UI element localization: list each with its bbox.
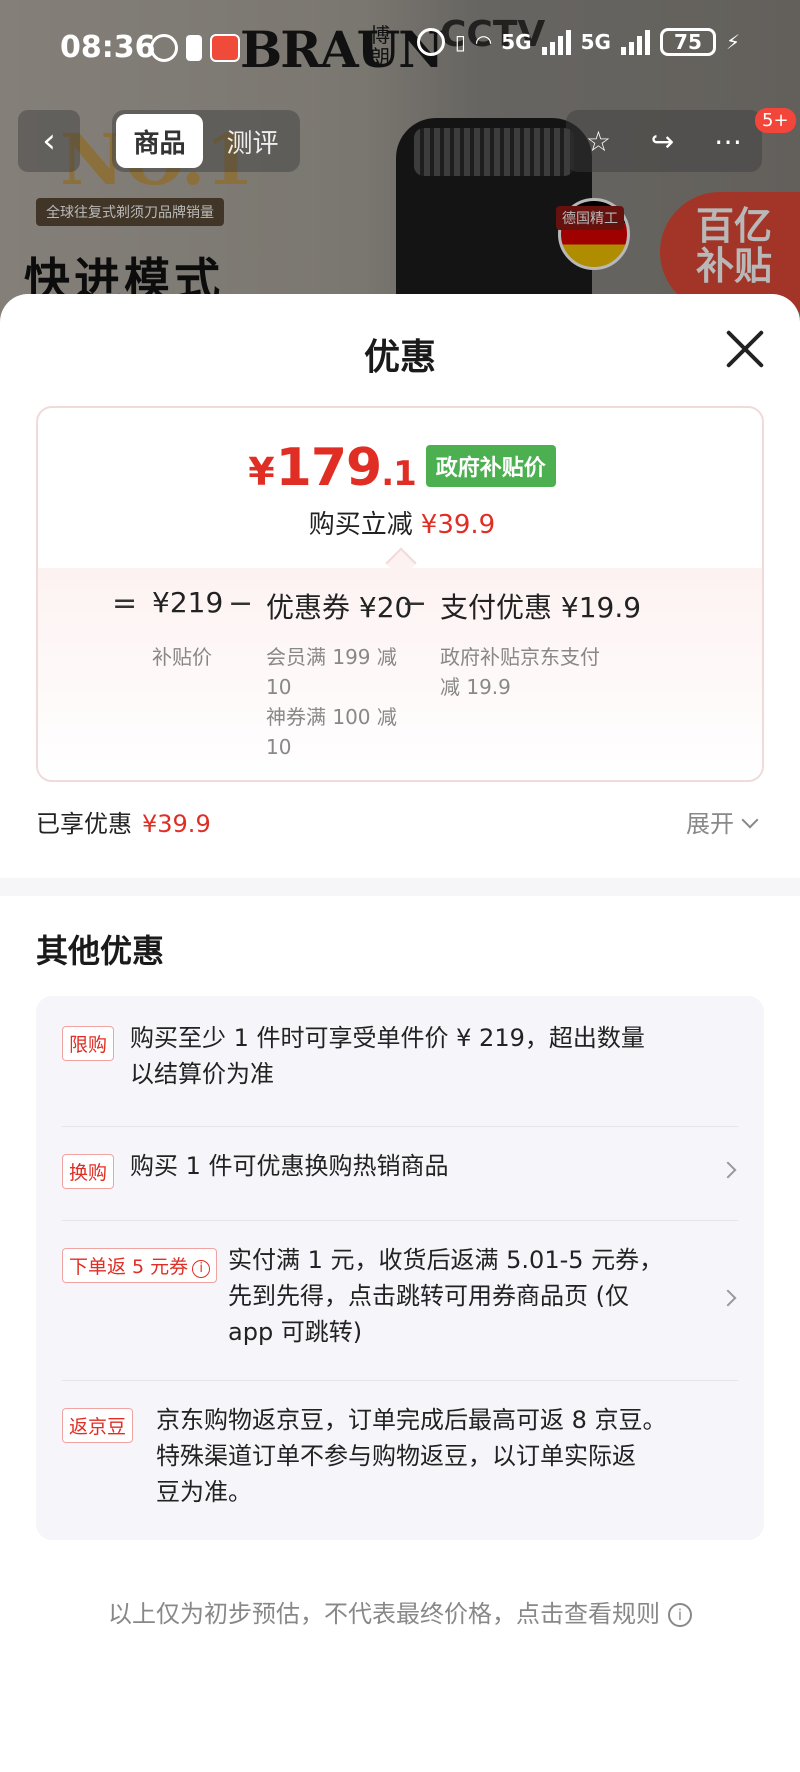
offer-line: 京东购物返京豆，订单完成后最高可返 8 京豆。 [156,1406,667,1434]
payment-discount-notes: 政府补贴京东支付 减 19.9 [440,642,600,702]
coupon-note-line: 10 [266,735,292,759]
network-type-2: 5G [580,30,611,54]
price-integer: 179 [275,438,383,498]
offer-line: 以结算价为准 [130,1060,274,1088]
offer-line: 购买 1 件可优惠换购热销商品 [130,1152,449,1180]
battery-icon: 75 [659,28,716,56]
star-icon[interactable]: ☆ [586,125,611,158]
list-item: 限购 购买至少 1 件时可享受单件价 ¥ 219，超出数量 以结算价为准 [62,1024,738,1124]
message-badge: 5+ [755,108,796,133]
chevron-down-icon [741,811,759,829]
offer-tag: 下单返 5 元券 i [62,1248,218,1283]
coupon-note-line: 会员满 199 减 [266,645,397,669]
coupon-value: 优惠券 ¥20 [266,591,413,624]
offer-line: app 可跳转) [228,1318,363,1346]
final-price: ¥179.1 [248,438,417,498]
expand-label: 展开 [686,810,734,838]
product-page-background: NO.1 全球往复式剃须刀品牌销量 快进模式 德国精工 百亿 补贴 08:36 … [0,0,800,330]
offer-tag: 换购 [62,1154,115,1189]
more-icon[interactable]: ⋯ [714,125,742,158]
offer-line: 购买至少 1 件时可享受单件价 ¥ 219，超出数量 [130,1024,645,1052]
subsidy-price-value: ¥219 [152,586,224,619]
network-type-1: 5G [501,30,532,54]
price-currency: ¥ [248,450,274,494]
offer-line: 特殊渠道订单不参与购物返豆，以订单实际返 [156,1442,636,1470]
list-item: 返京豆 京东购物返京豆，订单完成后最高可返 8 京豆。 特殊渠道订单不参与购物返… [62,1406,738,1526]
subsidy-price-label: 补贴价 [152,645,212,669]
offer-tag: 返京豆 [62,1408,134,1443]
disclaimer-link[interactable]: 以上仅为初步预估，不代表最终价格，点击查看规则 i [0,1594,800,1629]
enjoyed-discount: 已享优惠 ¥39.9 [36,804,211,839]
status-time: 08:36 [60,30,156,65]
tab-product[interactable]: 商品 [116,114,203,168]
offer-line: 先到先得，点击跳转可用券商品页 (仅 [228,1282,629,1310]
page-tabs: 商品 测评 [112,110,300,172]
discount-sheet: 优惠 ¥179.1 政府补贴价 购买立减 ¥39.9 = ¥219 补贴价 − 优… [0,294,800,1772]
enjoyed-amount: ¥39.9 [142,810,211,838]
signal-icon [541,29,571,55]
section-separator [0,878,800,896]
status-bar: 08:36 BRAUN 博朗 CCTV ▯ ◠ 5G 5G 75 ⚡ [0,0,800,100]
list-item[interactable]: 下单返 5 元券 i 实付满 1 元，收货后返满 5.01-5 元券， 先到先得，… [62,1246,738,1366]
wifi-icon: ◠ [475,30,492,54]
offer-text: 实付满 1 元，收货后返满 5.01-5 元券， 先到先得，点击跳转可用券商品页… [228,1242,678,1350]
disclaimer-text: 以上仅为初步预估，不代表最终价格，点击查看规则 [108,1600,660,1628]
chevron-left-icon: ‹ [42,121,56,161]
coupon-note-line: 神券满 100 减 [266,705,397,729]
offer-line: 实付满 1 元，收货后返满 5.01-5 元券， [228,1246,664,1274]
offer-text: 购买至少 1 件时可享受单件价 ¥ 219，超出数量 以结算价为准 [130,1020,730,1092]
offer-line: 豆为准。 [156,1478,252,1506]
status-right-icons: ▯ ◠ 5G 5G 75 ⚡ [416,28,740,56]
close-button[interactable] [724,328,766,370]
nav-actions: ☆ ↪ ⋯ [566,110,762,172]
tab-review[interactable]: 测评 [209,114,296,168]
status-left-icons [150,34,240,62]
minus-sign: − [402,586,428,621]
instant-discount-label: 购买立减 [308,510,413,540]
info-icon: i [668,1603,692,1627]
brand-cn-text: 博朗 [370,23,390,69]
calendar-icon [210,34,240,62]
payment-discount-value: 支付优惠 ¥19.9 [440,591,642,624]
offer-tag-label: 下单返 5 元券 [69,1256,189,1278]
signal-icon [620,29,650,55]
offer-text: 京东购物返京豆，订单完成后最高可返 8 京豆。 特殊渠道订单不参与购物返豆，以订… [156,1402,746,1510]
notification-icon [186,35,202,61]
coupon-note-line: 10 [266,675,292,699]
chevron-right-icon [719,1161,737,1179]
list-item[interactable]: 换购 购买 1 件可优惠换购热销商品 [62,1152,738,1202]
payment-note-line: 政府补贴京东支付 [440,645,600,669]
divider [62,1380,738,1381]
equals-sign: = [112,586,138,621]
payment-note-line: 减 19.9 [440,675,511,699]
offer-tag: 限购 [62,1026,115,1061]
expand-button[interactable]: 展开 [686,804,759,839]
instant-discount-amount: ¥39.9 [420,510,496,540]
other-offers-title: 其他优惠 [36,932,165,970]
gov-subsidy-tag: 政府补贴价 [425,445,556,487]
alarm-icon [416,28,445,56]
charging-icon: ⚡ [725,30,740,54]
sheet-title: 优惠 [363,337,436,378]
price-breakdown-card: ¥179.1 政府补贴价 购买立减 ¥39.9 = ¥219 补贴价 − 优惠券 … [36,406,764,782]
chevron-right-icon [719,1289,737,1307]
other-offers-list: 限购 购买至少 1 件时可享受单件价 ¥ 219，超出数量 以结算价为准 换购 … [36,996,764,1540]
alarm-icon [150,34,178,62]
enjoyed-label: 已享优惠 [36,810,132,838]
divider [62,1126,738,1127]
instant-discount-row: 购买立减 ¥39.9 [38,504,762,541]
final-price-row: ¥179.1 政府补贴价 [38,438,762,498]
divider [62,1220,738,1221]
info-icon: i [192,1260,211,1278]
back-button[interactable]: ‹ [18,110,80,172]
coupon-notes: 会员满 199 减 10 神券满 100 减 10 [266,642,416,762]
price-decimal: .1 [381,454,417,494]
vibrate-icon: ▯ [454,30,466,54]
share-icon[interactable]: ↪ [651,125,674,158]
minus-sign: − [228,586,254,621]
brand-logo: BRAUN [240,20,444,79]
offer-text: 购买 1 件可优惠换购热销商品 [130,1148,690,1184]
